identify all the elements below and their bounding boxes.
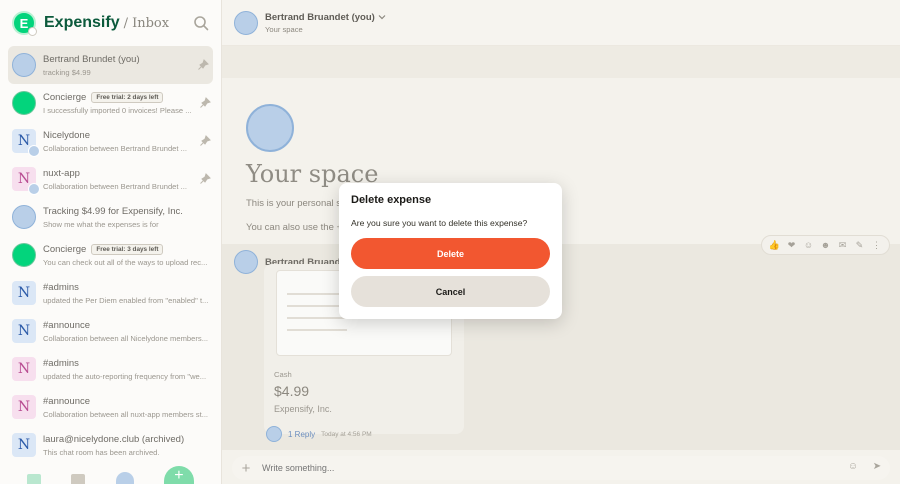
delete-expense-dialog: Delete expense Are you sure you want to … xyxy=(339,183,562,319)
dialog-title: Delete expense xyxy=(351,194,432,206)
dialog-message: Are you sure you want to delete this exp… xyxy=(351,218,528,228)
cancel-button[interactable]: Cancel xyxy=(351,276,550,307)
delete-button[interactable]: Delete xyxy=(351,238,550,269)
